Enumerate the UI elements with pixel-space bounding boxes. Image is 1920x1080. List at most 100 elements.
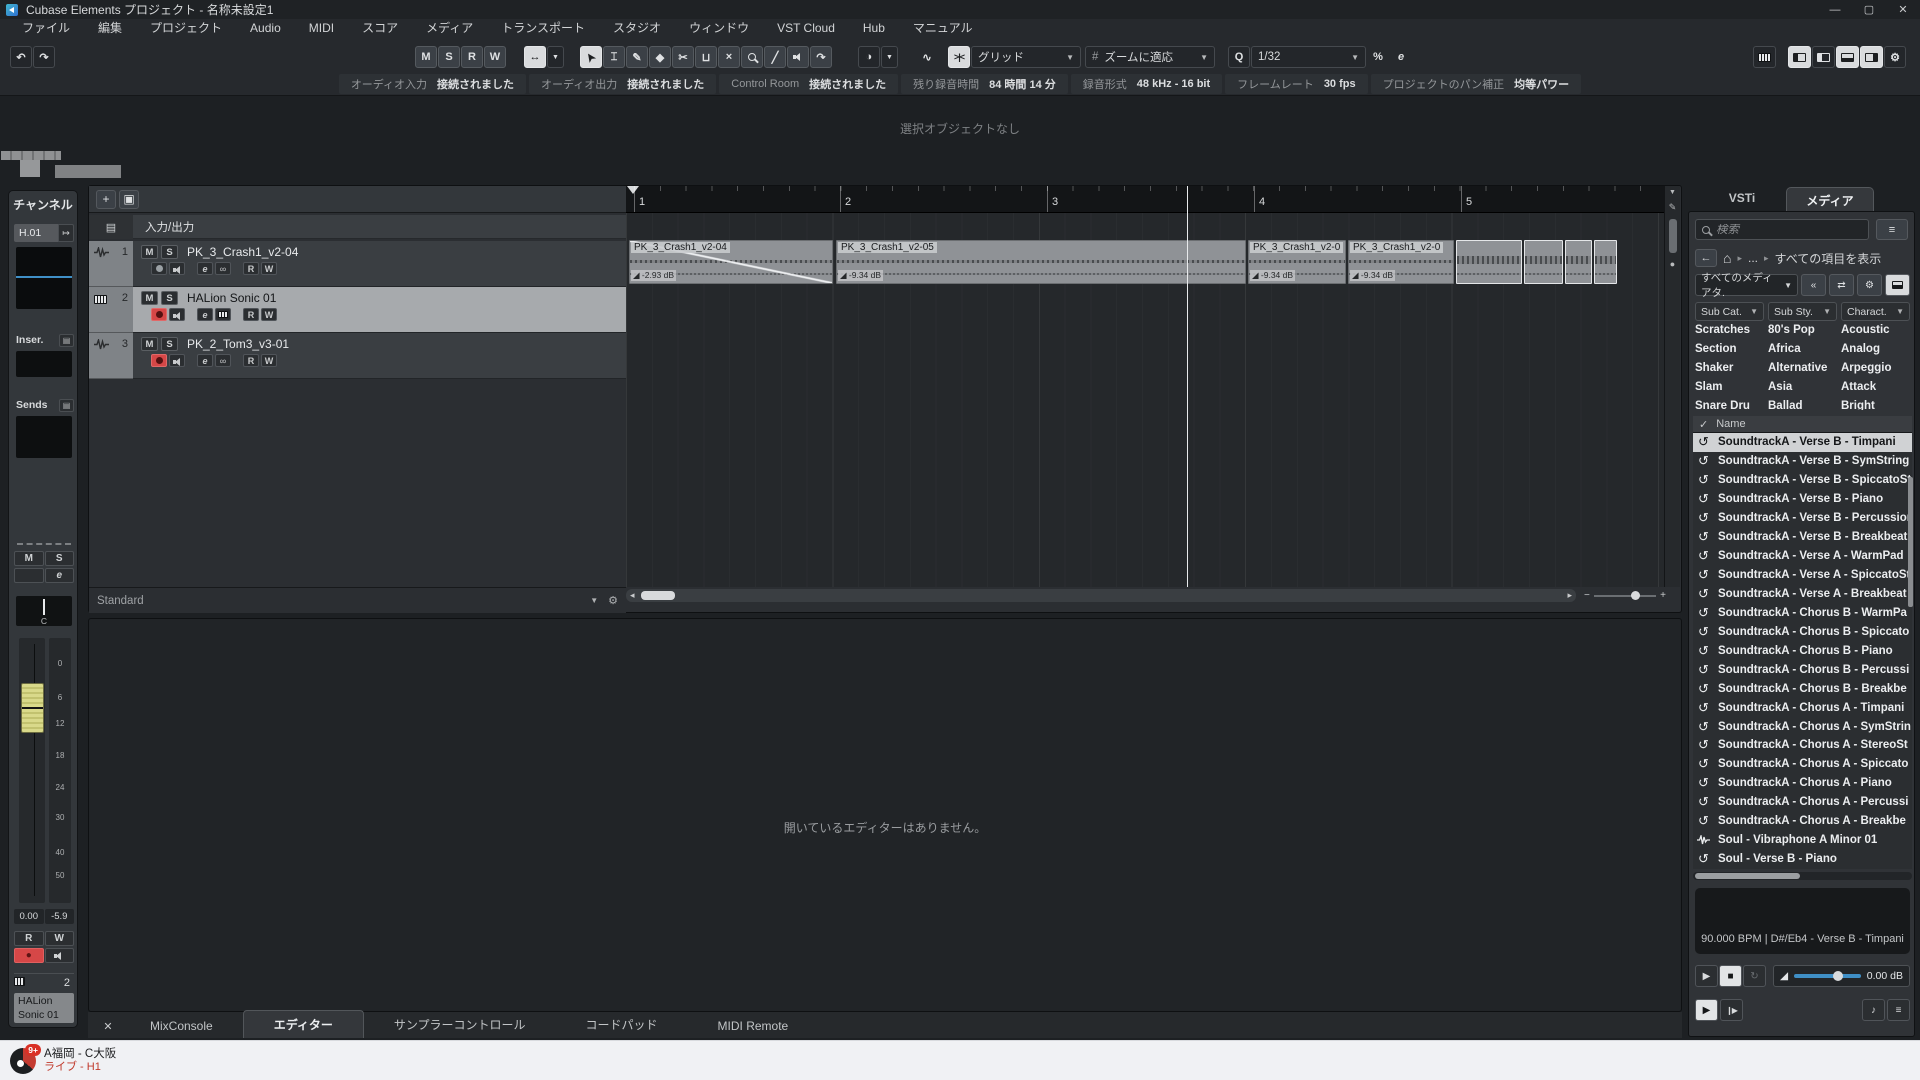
snap-on-off-button[interactable]: >|< [948,46,970,68]
track-solo-button[interactable]: S [161,291,178,305]
snap-zero-crossing-button[interactable]: ∿ [916,46,938,68]
media-result-row[interactable]: ↺ SoundtrackA - Verse B - Piano [1693,490,1912,509]
volume-slider-track[interactable] [1794,974,1861,978]
filters-panel-toggle[interactable] [1885,274,1910,296]
filter-item[interactable]: Ballad [1768,400,1831,410]
fader-value[interactable]: 0.00 [14,909,44,924]
lower-zone-close-icon[interactable]: ✕ [96,1020,120,1038]
split-tool[interactable]: ✂ [672,46,694,68]
keyboard-panel-button[interactable] [1753,46,1776,68]
track-read-button[interactable]: R [243,308,259,321]
channel-monitor-button[interactable] [45,948,75,963]
status-segment[interactable]: 残り録音時間 84 時間 14 分 [901,74,1068,94]
menu-item[interactable]: ファイル [8,19,84,36]
track-record-arm-button[interactable] [151,262,167,275]
breadcrumb-ellipsis[interactable]: ... [1748,251,1758,265]
preset-dropdown-icon[interactable]: ▼ [590,596,598,605]
align-beats-button[interactable]: ❙▶ [1720,999,1743,1021]
tab-media[interactable]: メディア [1786,187,1874,212]
media-result-row[interactable]: ↺ SoundtrackA - Verse A - WarmPad [1693,547,1912,566]
grid-type-dropdown[interactable]: # ズームに適応 ▼ [1085,46,1215,68]
media-result-row[interactable]: ↺ SoundtrackA - Chorus A - Timpani [1693,698,1912,717]
automation-button[interactable]: S [438,46,460,68]
menu-item[interactable]: メディア [412,19,487,36]
track-write-button[interactable]: W [261,308,277,321]
fader-track[interactable] [19,638,45,903]
zoom-slider-control[interactable]: − + [1584,589,1666,602]
timeline-ruler[interactable]: 12345 [626,186,1666,213]
menu-item[interactable]: スコア [348,19,412,36]
right-zone-toggle[interactable] [1860,46,1883,68]
inserts-rack-icon[interactable]: ▤ [59,334,74,347]
setup-toolbar-button[interactable]: ⚙ [1884,46,1906,68]
draw-tool[interactable]: ✎ [626,46,648,68]
track-link-icon[interactable]: ∞ [215,262,231,275]
track-edit-button[interactable]: e [197,354,213,367]
insert-settings-button[interactable]: ≡ [1887,999,1910,1021]
media-result-row[interactable]: Soul - Vibraphone A Minor 01 [1693,831,1912,850]
scroll-dot-icon[interactable]: ● [1670,259,1675,269]
reset-filter-button[interactable]: « [1801,274,1826,296]
undo-button[interactable]: ↶ [10,46,32,68]
scroll-right-arrow[interactable]: ▸ [1567,590,1572,601]
audio-event[interactable] [1565,240,1592,284]
results-horizontal-scrollbar[interactable] [1693,872,1912,880]
autoscroll-button[interactable]: ↔ [524,46,546,68]
media-result-row[interactable]: ↺ Soul - Verse B - Piano [1693,850,1912,869]
swing-quantize-button[interactable]: % [1367,46,1389,68]
media-search-box[interactable] [1695,219,1869,240]
media-result-row[interactable]: ↺ SoundtrackA - Verse A - SpiccatoSt [1693,566,1912,585]
track-solo-button[interactable]: S [161,245,178,259]
meter-peak-value[interactable]: -5.9 [45,909,75,924]
media-type-dropdown[interactable]: すべてのメディアタ. ▼ [1695,274,1798,296]
media-result-row[interactable]: ↺ SoundtrackA - Chorus A - StereoSt [1693,736,1912,755]
track-row[interactable]: 2 M S HALion Sonic 01 e [89,287,626,333]
filter-item[interactable]: Acoustic [1841,324,1904,343]
track-write-button[interactable]: W [261,262,277,275]
track-read-button[interactable]: R [243,262,259,275]
preview-stop-button[interactable]: ■ [1719,965,1742,987]
play-in-project-button[interactable]: ▶ [1695,999,1718,1021]
filter-item[interactable]: 80's Pop [1768,324,1831,343]
color-tool-button[interactable]: ◑ [858,46,880,68]
menu-item[interactable]: プロジェクト [136,19,236,36]
automation-button[interactable]: W [484,46,506,68]
channel-preset-value[interactable]: H.01 [14,224,58,242]
menu-item[interactable]: トランスポート [487,19,599,36]
channel-solo-button[interactable]: S [45,551,75,566]
audition-tool[interactable] [787,46,809,68]
sends-rack-icon[interactable]: ▤ [59,399,74,412]
menu-item[interactable]: VST Cloud [763,21,849,35]
filter-item[interactable]: Asia [1768,381,1831,400]
status-segment[interactable]: Control Room 接続されました [719,74,898,94]
channel-mute-button[interactable]: M [14,551,44,566]
automation-button[interactable]: R [461,46,483,68]
status-segment[interactable]: オーディオ入力 接続されました [339,74,526,94]
media-result-row[interactable]: ↺ SoundtrackA - Chorus A - Breakbe [1693,812,1912,831]
status-segment[interactable]: オーディオ出力 接続されました [529,74,716,94]
track-mute-button[interactable]: M [141,337,158,351]
lower-zone-tab[interactable]: サンプラーコントロール [364,1011,556,1038]
track-write-button[interactable]: W [261,354,277,367]
audio-event[interactable]: PK_3_Crash1_v2-05 ◢ -9.34 dB [836,240,1246,284]
zoom-tool[interactable] [741,46,763,68]
media-result-row[interactable]: ↺ SoundtrackA - Verse B - SymString [1693,452,1912,471]
draw-part-icon[interactable]: ✎ [1669,202,1677,213]
redo-button[interactable]: ↷ [33,46,55,68]
menu-item[interactable]: Hub [849,21,899,35]
track-mute-button[interactable]: M [141,291,158,305]
track-keys-button[interactable] [215,308,231,321]
channel-blank-button[interactable] [14,568,44,583]
filter-item[interactable]: Snare Dru [1695,400,1758,410]
autoscroll-dropdown[interactable]: ▼ [547,46,564,68]
audio-event[interactable] [1594,240,1617,284]
lower-zone-toggle[interactable] [1836,46,1859,68]
folder-icon[interactable]: ▤ [89,215,133,239]
maximize-button[interactable]: ▢ [1852,0,1886,19]
sends-section-label[interactable]: Sends [14,399,59,411]
filter-item[interactable]: Section [1695,343,1758,362]
track-name[interactable]: HALion Sonic 01 [187,291,276,305]
zoom-out-icon[interactable]: − [1584,590,1590,601]
status-segment[interactable]: 録音形式 48 kHz - 16 bit [1071,74,1222,94]
color-tool-dropdown[interactable]: ▼ [881,46,898,68]
